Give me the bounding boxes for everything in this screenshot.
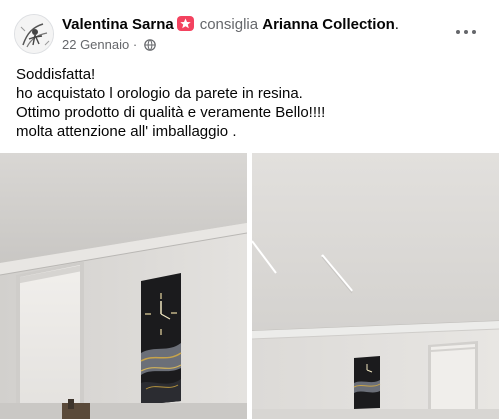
recommend-star-icon [176, 16, 194, 31]
author-name[interactable]: Valentina Sarna [62, 16, 174, 33]
post-text-line: Soddisfatta! [16, 66, 96, 83]
more-dot [456, 30, 460, 34]
photo-2[interactable] [252, 153, 499, 419]
post-meta: 22 Gennaio · [62, 37, 156, 52]
page-name-suffix: . [394, 16, 399, 33]
post-text-line: molta attenzione all' imballaggio . [16, 123, 237, 140]
photo-1[interactable] [0, 153, 247, 419]
post-text-line: ho acquistato l orologio da parete in re… [16, 85, 303, 102]
more-dot [464, 30, 468, 34]
avatar[interactable] [14, 14, 54, 54]
post-header: Valentina Sarna consiglia Arianna Collect… [0, 0, 499, 62]
wall-clock-image [140, 273, 182, 405]
page-name-link[interactable]: Arianna Collection [262, 16, 395, 33]
post-title-line: Valentina Sarna consiglia Arianna Collect… [62, 15, 399, 34]
recommend-verb: consiglia [199, 16, 259, 33]
post-body: Soddisfatta! ho acquistato l orologio da… [16, 65, 486, 141]
globe-icon [144, 39, 156, 51]
post-date[interactable]: 22 Gennaio [62, 37, 129, 52]
more-options-icon[interactable] [453, 18, 481, 46]
meta-separator: · [132, 37, 138, 52]
wall-clock-image [353, 356, 381, 409]
post-text-line: Ottimo prodotto di qualità e veramente B… [16, 104, 326, 121]
photo-grid [0, 153, 499, 419]
more-dot [472, 30, 476, 34]
